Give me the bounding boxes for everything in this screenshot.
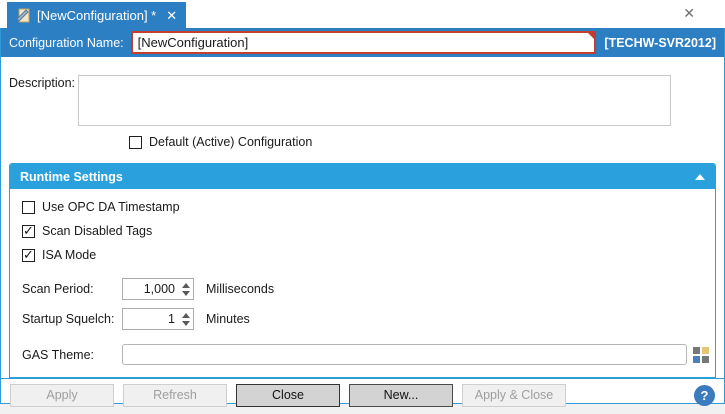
startup-squelch-spinner — [122, 308, 194, 330]
button-bar: Apply Refresh Close New... Apply & Close… — [1, 378, 724, 411]
scan-period-label: Scan Period: — [22, 282, 122, 296]
spin-up-icon[interactable] — [182, 283, 190, 288]
gas-theme-row: GAS Theme: — [22, 344, 709, 365]
scan-disabled-tags-checkbox[interactable] — [22, 225, 35, 238]
runtime-settings-panel: Runtime Settings Use OPC DA Timestamp Sc… — [9, 163, 716, 378]
scan-disabled-tags-row: Scan Disabled Tags — [22, 224, 709, 238]
tabstrip-close-icon[interactable]: ✕ — [683, 6, 695, 20]
description-row: Description: — [1, 75, 724, 126]
configuration-name-bar: Configuration Name: [TECHW-SVR2012] — [1, 28, 724, 57]
description-label: Description: — [9, 75, 78, 126]
runtime-settings-body: Use OPC DA Timestamp Scan Disabled Tags … — [10, 189, 715, 377]
startup-squelch-label: Startup Squelch: — [22, 312, 122, 326]
tab-close-icon[interactable]: ✕ — [166, 9, 177, 22]
default-configuration-row: Default (Active) Configuration — [129, 135, 724, 149]
help-button[interactable]: ? — [694, 385, 715, 406]
tab-new-configuration[interactable]: [NewConfiguration] * ✕ — [7, 2, 186, 28]
spin-down-icon[interactable] — [182, 321, 190, 326]
tab-title: [NewConfiguration] * — [37, 8, 156, 23]
isa-mode-checkbox[interactable] — [22, 249, 35, 262]
use-opc-da-timestamp-checkbox[interactable] — [22, 201, 35, 214]
spin-up-icon[interactable] — [182, 313, 190, 318]
apply-and-close-button[interactable]: Apply & Close — [462, 384, 566, 407]
scan-disabled-tags-label: Scan Disabled Tags — [42, 224, 152, 238]
scan-period-spinner — [122, 278, 194, 300]
configuration-name-input-wrap — [131, 31, 597, 54]
startup-squelch-spin-buttons — [178, 309, 193, 329]
scan-period-unit-label: Milliseconds — [206, 282, 274, 296]
use-opc-da-timestamp-label: Use OPC DA Timestamp — [42, 200, 180, 214]
default-configuration-checkbox[interactable] — [129, 136, 142, 149]
scan-period-row: Scan Period: Milliseconds — [22, 278, 709, 300]
isa-mode-row: ISA Mode — [22, 248, 709, 262]
configuration-icon — [16, 8, 31, 23]
configuration-content: Description: Default (Active) Configurat… — [1, 57, 724, 378]
startup-squelch-unit-label: Minutes — [206, 312, 250, 326]
apply-button[interactable]: Apply — [10, 384, 114, 407]
isa-mode-label: ISA Mode — [42, 248, 96, 262]
gas-theme-label: GAS Theme: — [22, 348, 122, 362]
theme-picker-icon[interactable] — [693, 347, 709, 363]
scan-period-spin-buttons — [178, 279, 193, 299]
validation-error-corner-icon — [588, 33, 594, 39]
configuration-name-input[interactable] — [131, 31, 597, 54]
scan-period-input[interactable] — [123, 279, 178, 299]
configuration-name-label: Configuration Name: — [9, 36, 124, 50]
startup-squelch-row: Startup Squelch: Minutes — [22, 308, 709, 330]
close-button[interactable]: Close — [236, 384, 340, 407]
opc-da-timestamp-row: Use OPC DA Timestamp — [22, 200, 709, 214]
runtime-settings-title: Runtime Settings — [20, 170, 695, 184]
default-configuration-label: Default (Active) Configuration — [149, 135, 312, 149]
runtime-settings-header[interactable]: Runtime Settings — [10, 164, 715, 189]
collapse-up-icon[interactable] — [695, 174, 705, 180]
description-textarea[interactable] — [78, 75, 671, 126]
gas-theme-input[interactable] — [122, 344, 687, 365]
new-button[interactable]: New... — [349, 384, 453, 407]
startup-squelch-input[interactable] — [123, 309, 178, 329]
tab-strip: [NewConfiguration] * ✕ ✕ — [0, 0, 725, 28]
spin-down-icon[interactable] — [182, 291, 190, 296]
refresh-button[interactable]: Refresh — [123, 384, 227, 407]
server-name-label: [TECHW-SVR2012] — [604, 36, 716, 50]
configuration-editor-window: Configuration Name: [TECHW-SVR2012] Desc… — [0, 28, 725, 404]
